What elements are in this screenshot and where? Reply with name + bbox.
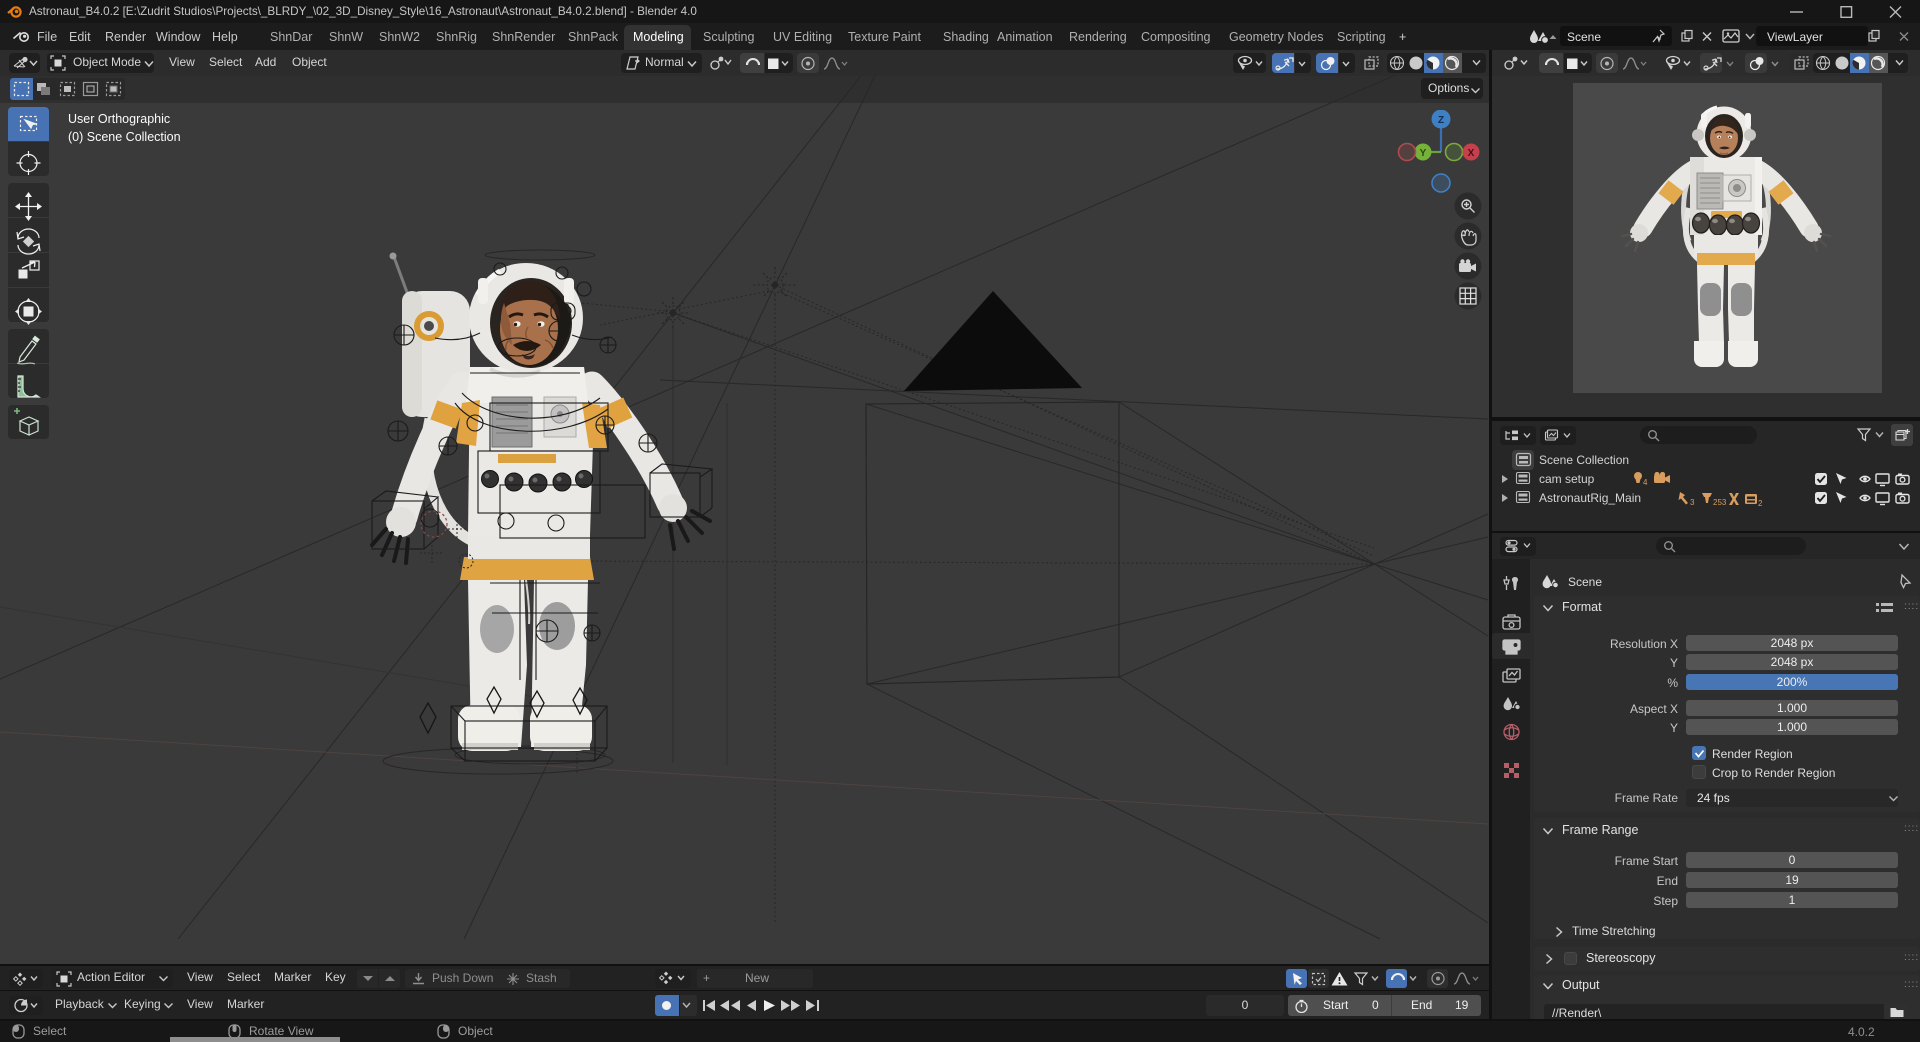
svg-text:Y: Y — [1420, 148, 1427, 159]
svg-text:253: 253 — [1713, 498, 1727, 507]
svg-text:2: 2 — [1758, 499, 1762, 507]
svg-text:3: 3 — [1690, 498, 1695, 507]
svg-text:4: 4 — [1643, 478, 1648, 487]
svg-text:Z: Z — [1438, 115, 1444, 126]
svg-text:X: X — [1468, 148, 1475, 159]
